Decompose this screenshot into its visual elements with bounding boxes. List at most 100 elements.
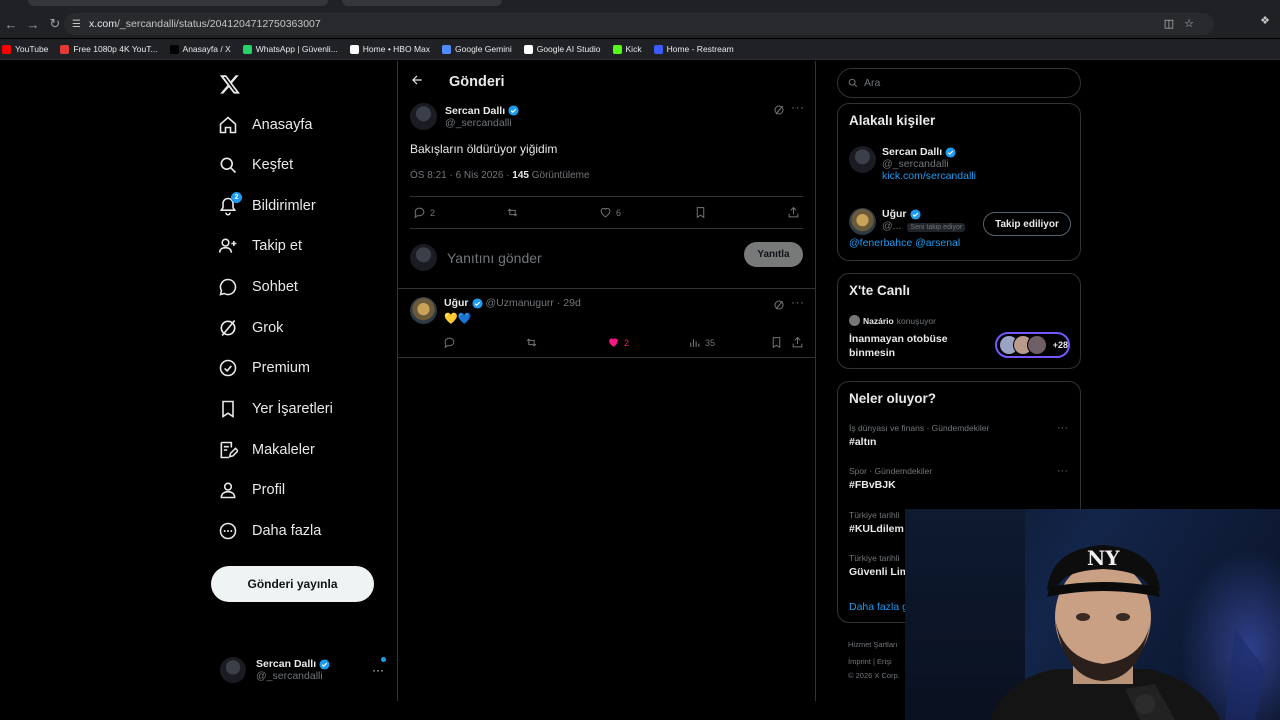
reply-submit-button[interactable]: Yanıtla [744,242,803,267]
bookmark-label: Free 1080p 4K YouT... [73,44,158,54]
bookmark-item[interactable]: WhatsApp | Güvenli... [242,44,338,54]
bookmark-item[interactable]: Kick [612,44,642,54]
reply-author-handle[interactable]: @Uzmanugurr · 29d [486,297,581,309]
reply-button[interactable]: 2 [413,206,435,219]
bookmark-item[interactable]: Google AI Studio [523,44,601,54]
views-button[interactable]: 35 [688,336,715,349]
more-icon[interactable]: ··· [1057,422,1068,434]
bookmark-item[interactable]: Google Gemini [442,44,512,54]
trend-item[interactable]: Spor · Gündemdekiler #FBvBJK [849,466,932,491]
nav-item-chat[interactable]: Sohbet [218,272,298,302]
more-icon[interactable]: ··· [372,663,384,677]
reply-author-name[interactable]: Uğur [444,297,469,309]
share-button[interactable] [791,336,804,349]
install-app-icon[interactable]: ◫ [1164,17,1174,30]
address-bar[interactable]: ☰ x.com/_sercandalli/status/204120471275… [64,13,1214,35]
extensions-icon[interactable]: ❖ [1260,14,1270,27]
bookmark-item[interactable]: Free 1080p 4K YouT... [60,44,158,54]
avatar [220,657,246,683]
space-title[interactable]: İnanmayan otobüse binmesin [849,332,948,360]
grok-icon [218,318,238,338]
nav-item-grok[interactable]: Grok [218,313,283,343]
nav-item-bell[interactable]: 2 Bildirimler [218,191,316,221]
back-icon[interactable]: ← [0,13,22,35]
more-icon[interactable]: ··· [791,295,805,309]
reply-icon [444,337,455,349]
more-icon[interactable]: ··· [791,100,805,114]
like-button[interactable]: 6 [599,206,621,219]
reload-icon[interactable]: ↻ [44,13,66,35]
hbo-icon [349,44,359,54]
reply-composer[interactable]: Yanıtını gönder [410,244,542,271]
post-timestamp[interactable]: ÖS 8:21 · 6 Nis 2026 · [410,170,512,181]
nav-item-more-circle[interactable]: Daha fazla [218,516,321,546]
url-path: /_sercandalli/status/2041204712750363007 [116,18,321,30]
x-logo-icon[interactable] [219,73,241,95]
bookmark-label: Google Gemini [455,44,512,54]
search-icon [848,78,858,88]
site-settings-icon[interactable]: ☰ [72,19,81,30]
more-icon[interactable]: ··· [1057,465,1068,477]
browser-tab[interactable] [28,0,328,6]
trend-item[interactable]: Türkiye tarihli Güvenli Lim [849,553,909,578]
show-more-link[interactable]: Daha fazla g [849,601,908,613]
author-name[interactable]: Sercan Dallı [445,105,505,117]
share-button[interactable] [787,206,800,219]
avatar [849,315,860,326]
bookmark-item[interactable]: Home - Restream [653,44,734,54]
person-handle: @... [882,220,902,232]
trend-item[interactable]: İş dünyası ve finans · Gündemdekiler #al… [849,423,989,448]
trend-item[interactable]: Türkiye tarihli #KULdilem [849,510,904,535]
reply-post[interactable]: Uğur @Uzmanugurr · 29d 💛💙 [410,297,581,325]
avatar[interactable] [410,103,437,130]
related-person[interactable]: Uğur @... Seni takip ediyor @fenerbahce @… [849,208,966,249]
nav-item-search[interactable]: Keşfet [218,150,293,180]
nav-item-premium[interactable]: Premium [218,353,310,383]
following-button[interactable]: Takip ediliyor [983,212,1071,236]
account-switcher[interactable]: Sercan Dallı @_sercandalli ··· [220,653,388,687]
account-handle: @_sercandalli [256,670,323,682]
nav-item-profile[interactable]: Profil [218,475,285,505]
nav-item-bookmark[interactable]: Yer İşaretleri [218,394,333,424]
forward-icon[interactable]: → [22,13,44,35]
grok-icon[interactable] [773,299,785,311]
repost-button[interactable] [525,336,538,349]
bookmark-item[interactable]: Anasayfa / X [169,44,231,54]
person-name[interactable]: Sercan Dallı [882,146,942,158]
bookmark-star-icon[interactable]: ☆ [1184,17,1194,30]
post-button[interactable]: Gönderi yayınla [211,566,374,602]
avatar[interactable] [849,208,876,235]
bookmark-item[interactable]: YouTube [2,44,48,54]
browser-tab[interactable] [342,0,502,6]
live-host[interactable]: Nazário konuşuyor [849,315,936,326]
footer-link[interactable]: İmprint | Erişi [848,657,892,666]
nav-item-articles[interactable]: Makaleler [218,435,315,465]
svg-text:NY: NY [1087,546,1120,570]
footer-link[interactable]: Hizmet Şartları [848,640,898,649]
nav-item-home[interactable]: Anasayfa [218,110,312,140]
nav-item-follow[interactable]: Takip et [218,231,302,261]
author-handle[interactable]: @_sercandalli [445,117,519,129]
related-person[interactable]: Sercan Dallı @_sercandalli kick.com/serc… [849,146,976,182]
space-listeners-pill[interactable]: +28 [995,332,1070,358]
bookmark-item[interactable]: Home • HBO Max [349,44,430,54]
live-on-x-card: X'te Canlı Nazário konuşuyor İnanmayan o… [837,273,1081,369]
person-bio[interactable]: @fenerbahce @arsenal [849,237,965,249]
back-arrow-icon[interactable] [410,73,424,87]
post-author[interactable]: Sercan Dallı @_sercandalli [410,103,519,130]
like-button[interactable]: 2 [607,336,629,349]
person-name[interactable]: Uğur [882,208,907,220]
like-count: 2 [624,337,630,348]
grok-icon[interactable] [773,104,785,116]
avatar[interactable] [849,146,876,173]
bookmark-button[interactable] [770,336,783,349]
bookmark-button[interactable] [694,206,707,219]
profile-icon [218,480,238,500]
person-link[interactable]: kick.com/sercandalli [882,170,976,182]
reply-button[interactable] [443,336,456,349]
nav-item-label: Anasayfa [252,117,313,133]
search-input[interactable]: Ara [837,68,1081,98]
repost-button[interactable] [506,206,519,219]
avatar[interactable] [410,297,437,324]
reply-input[interactable]: Yanıtını gönder [447,250,542,266]
